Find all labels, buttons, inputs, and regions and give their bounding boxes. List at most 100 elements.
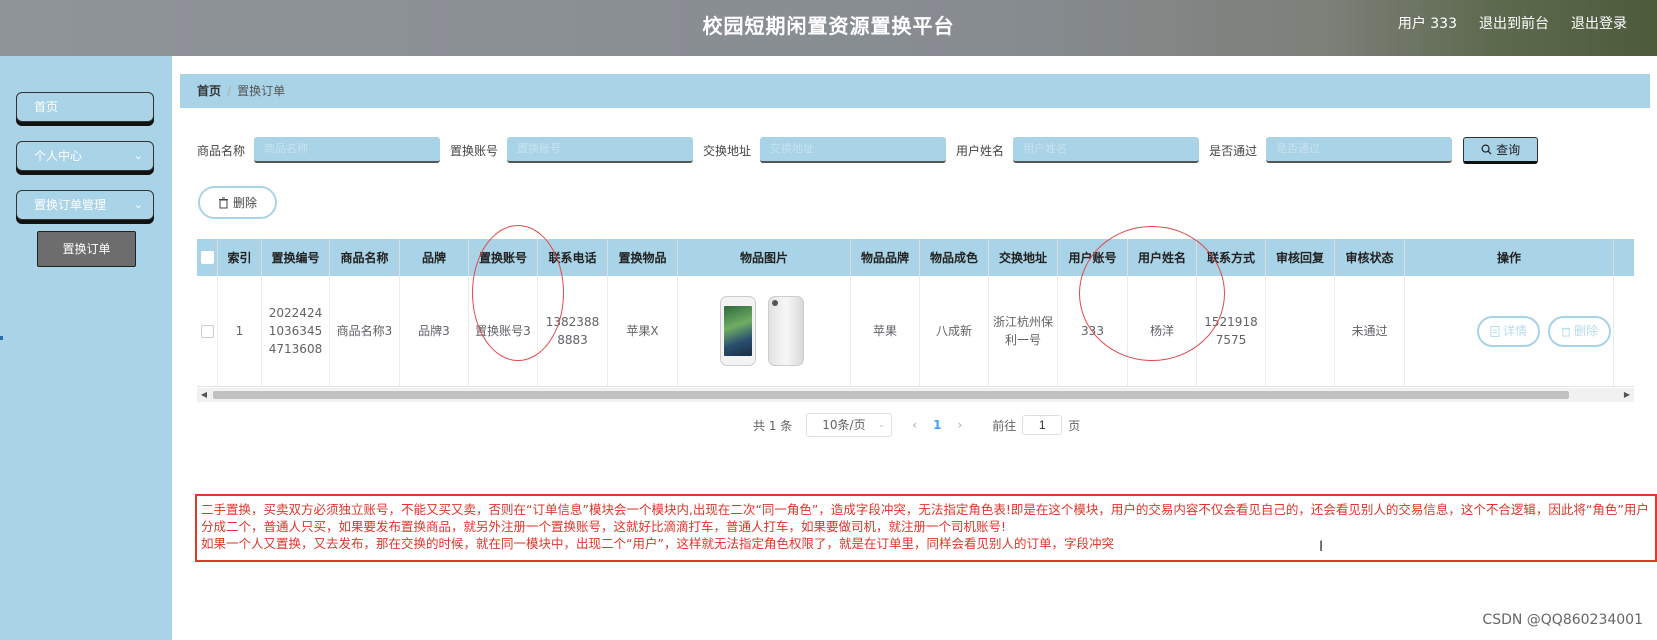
row-checkbox[interactable]: [200, 324, 214, 338]
cell-review-reply: [1266, 276, 1335, 386]
chevron-down-icon: ⌄: [133, 149, 143, 162]
note-line: 如果一个人又置换，又去发布，那在交换的时候，就在同一模块中，出现二个“用户”，这…: [201, 536, 1114, 551]
scroll-right-icon[interactable]: ▶: [1620, 388, 1634, 402]
goto-page-input[interactable]: [1022, 415, 1063, 435]
detail-button-label: 详情: [1502, 324, 1527, 338]
header-links: 用户 333 退出到前台 退出登录: [1398, 13, 1627, 33]
column-header: 置换编号: [262, 239, 330, 276]
search-label-swap-account: 置换账号: [450, 143, 499, 158]
sidebar-item-home[interactable]: 首页: [16, 92, 154, 122]
search-label-address: 交换地址: [703, 143, 752, 158]
trash-icon: [1561, 327, 1571, 336]
row-delete-button[interactable]: 删除: [1547, 315, 1611, 347]
search-label-product-name: 商品名称: [197, 143, 246, 158]
breadcrumb-separator: /: [227, 84, 232, 98]
cell-user-name: 杨洋: [1128, 276, 1197, 386]
sidebar-item-label: 首页: [34, 100, 59, 114]
exit-to-front-link[interactable]: 退出到前台: [1479, 13, 1549, 33]
cell-swap-account: 置换账号3: [469, 276, 538, 386]
query-button[interactable]: 查询: [1463, 136, 1539, 164]
chevron-down-icon: ⌄: [877, 420, 886, 430]
user-name-input[interactable]: [1013, 137, 1200, 163]
scrollbar-thumb[interactable]: [213, 391, 1569, 399]
column-header: 联系电话: [538, 239, 608, 276]
column-header: 联系方式: [1197, 239, 1266, 276]
page-size-value: 10条/页: [822, 418, 866, 432]
watermark: CSDN @QQ860234001: [1482, 612, 1643, 628]
cell-actions: 详情 删除: [1405, 276, 1614, 386]
column-header: 物品图片: [678, 239, 851, 276]
column-header: 操作: [1405, 239, 1614, 276]
column-header: 物品品牌: [851, 239, 920, 276]
item-image[interactable]: [718, 295, 810, 367]
prev-page-icon[interactable]: ‹: [912, 418, 917, 432]
annotation-note: 二手置换，买卖双方必须独立账号，不能又买又卖，否则在“订单信息”模块会一个模块内…: [195, 494, 1657, 562]
orders-table: 索引 置换编号 商品名称 品牌 置换账号 联系电话 置换物品 物品图片 物品品牌…: [197, 239, 1634, 387]
product-name-input[interactable]: [254, 137, 441, 163]
phone-front-image: [720, 296, 756, 366]
search-bar: 商品名称 置换账号 交换地址 用户姓名 是否通过 查询: [197, 136, 1539, 164]
sidebar-item-order-management[interactable]: 置换订单管理 ⌄: [16, 190, 154, 220]
breadcrumb: 首页 / 置换订单: [180, 74, 1650, 108]
table-row[interactable]: 1 20224241036345 4713608 商品名称3 品牌3 置换账号3…: [197, 276, 1634, 387]
breadcrumb-home[interactable]: 首页: [197, 84, 221, 98]
search-label-user-name: 用户姓名: [956, 143, 1005, 158]
cell-contact: 15219187575: [1197, 276, 1266, 386]
current-user-label: 用户 333: [1397, 16, 1457, 32]
pagination-total: 共 1 条: [753, 418, 793, 433]
sidebar-item-label: 个人中心: [34, 149, 83, 163]
column-header: 置换账号: [469, 239, 538, 276]
column-header: 索引: [218, 239, 262, 276]
breadcrumb-current: 置换订单: [237, 84, 286, 98]
page-size-select[interactable]: 10条/页 ⌄: [806, 413, 893, 437]
column-header: 物品成色: [920, 239, 989, 276]
cell-swap-item: 苹果X: [608, 276, 678, 386]
horizontal-scrollbar[interactable]: ◀ ▶: [197, 388, 1634, 402]
sidebar: 首页 个人中心 ⌄ 置换订单管理 ⌄: [0, 56, 172, 640]
swap-account-input[interactable]: [507, 137, 694, 163]
scroll-left-icon[interactable]: ◀: [197, 388, 211, 402]
select-all-cell: [197, 239, 218, 276]
column-header: 审核回复: [1266, 239, 1335, 276]
column-header: 审核状态: [1335, 239, 1405, 276]
cell-condition: 八成新: [920, 276, 989, 386]
approved-input[interactable]: [1266, 137, 1453, 163]
cell-brand: 品牌3: [400, 276, 469, 386]
query-button-label: 查询: [1496, 142, 1521, 157]
edge-marker: [0, 336, 3, 340]
column-header: 置换物品: [608, 239, 678, 276]
column-header: 用户姓名: [1128, 239, 1197, 276]
sidebar-item-personal-center[interactable]: 个人中心 ⌄: [16, 141, 154, 171]
batch-delete-button[interactable]: 删除: [198, 186, 277, 219]
column-header: 品牌: [400, 239, 469, 276]
table-header: 索引 置换编号 商品名称 品牌 置换账号 联系电话 置换物品 物品图片 物品品牌…: [197, 239, 1634, 276]
next-page-icon[interactable]: ›: [957, 418, 962, 432]
chevron-down-icon: ⌄: [133, 198, 143, 211]
search-icon: [1481, 144, 1492, 155]
row-select-cell: [197, 276, 218, 386]
goto-label: 前往: [992, 418, 1017, 433]
page-word: 页: [1068, 418, 1081, 433]
top-bar: 校园短期闲置资源置换平台 用户 333 退出到前台 退出登录: [0, 0, 1657, 56]
note-line: 二手置换，买卖双方必须独立账号，不能又买又卖，否则在“订单信息”模块会一个模块内…: [201, 502, 1649, 534]
select-all-checkbox[interactable]: [200, 251, 214, 264]
cell-product-name: 商品名称3: [330, 276, 400, 386]
detail-button[interactable]: 详情: [1476, 315, 1540, 347]
document-icon: [1490, 325, 1500, 337]
logout-link[interactable]: 退出登录: [1571, 13, 1627, 33]
search-label-approved: 是否通过: [1209, 143, 1258, 158]
cell-review-status: 未通过: [1335, 276, 1405, 386]
batch-delete-label: 删除: [232, 196, 257, 210]
cell-index: 1: [218, 276, 262, 386]
trash-icon: [218, 197, 228, 208]
column-header: 用户账号: [1058, 239, 1128, 276]
sidebar-subitem-swap-orders[interactable]: 置换订单: [37, 231, 136, 267]
cell-user-account: 333: [1058, 276, 1128, 386]
column-header: 交换地址: [989, 239, 1058, 276]
page-number[interactable]: 1: [933, 418, 941, 432]
cell-order-no: 20224241036345 4713608: [262, 276, 330, 386]
sidebar-item-label: 置换订单管理: [34, 198, 107, 212]
phone-back-image: [768, 296, 804, 366]
cell-address: 浙江杭州保利一号: [989, 276, 1058, 386]
address-input[interactable]: [760, 137, 947, 163]
